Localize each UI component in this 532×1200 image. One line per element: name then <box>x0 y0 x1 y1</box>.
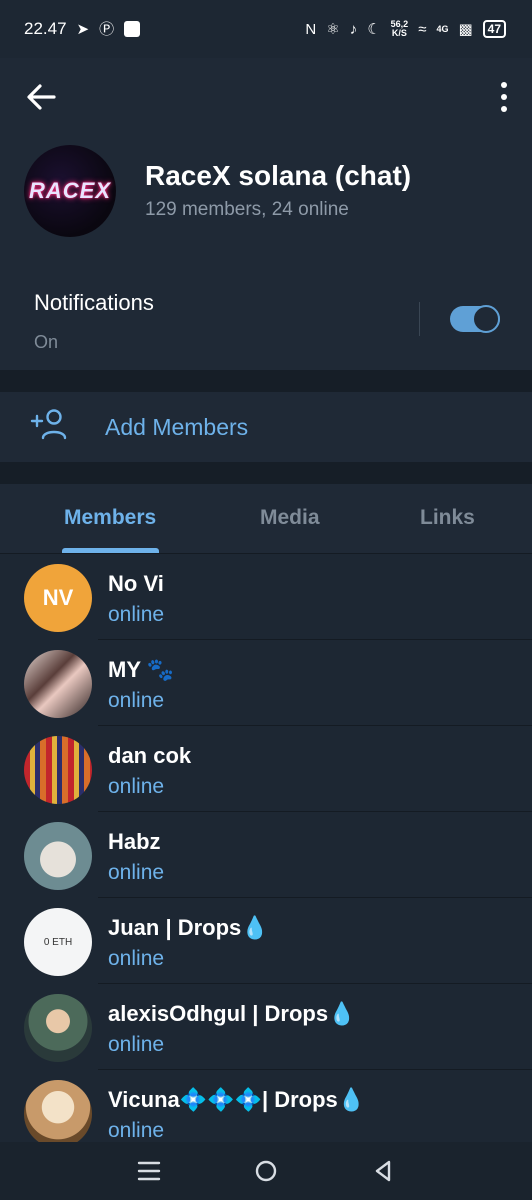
notifications-state: On <box>34 332 59 352</box>
profile-header: RACEX RaceX solana (chat) 129 members, 2… <box>0 58 532 268</box>
section-gap <box>0 462 532 484</box>
back-icon[interactable] <box>369 1157 397 1185</box>
member-status: online <box>108 775 165 798</box>
add-members-row[interactable]: Add Members <box>0 392 532 462</box>
bluetooth-icon: ⚛ <box>326 20 340 38</box>
signal-icon: ▩ <box>458 20 473 38</box>
droplet-icon: 💧 <box>328 1001 356 1026</box>
section-gap <box>0 370 532 392</box>
member-status: online <box>108 861 165 884</box>
member-status: online <box>108 947 165 970</box>
more-options-icon[interactable] <box>498 82 510 112</box>
add-user-icon <box>30 409 67 440</box>
list-item[interactable]: dan cok online <box>0 726 532 812</box>
member-name: MY 🐾 <box>108 657 175 682</box>
list-item[interactable]: NV No Vi online <box>0 554 532 640</box>
notifications-row[interactable]: Notifications On <box>0 268 532 370</box>
notifications-toggle[interactable] <box>450 305 500 333</box>
network-type: 4G <box>436 23 449 34</box>
system-nav-bar <box>0 1142 532 1200</box>
tab-media[interactable]: Media <box>260 506 320 530</box>
back-arrow-icon[interactable] <box>24 80 58 114</box>
clock: 22.47 <box>24 19 67 38</box>
paw-icon: 🐾 <box>146 657 175 682</box>
divider <box>419 302 420 336</box>
nfc-icon: N <box>305 20 317 38</box>
network-speed: 56,2 K/S <box>390 19 409 38</box>
member-status: online <box>108 689 165 712</box>
list-item[interactable]: MY 🐾 online <box>0 640 532 726</box>
mute-icon: ♪ <box>349 20 358 38</box>
battery-icon: 47 <box>482 20 506 38</box>
member-status: online <box>108 1119 165 1142</box>
droplet-icon: 💧 <box>241 915 269 940</box>
list-item[interactable]: alexisOdhgul | Drops💧 online <box>0 984 532 1070</box>
list-item[interactable]: Vicuna💠💠💠| Drops💧 online <box>0 1070 532 1142</box>
diamond-icon: 💠💠💠 <box>179 1087 262 1112</box>
member-status: online <box>108 603 165 626</box>
member-name: alexisOdhgul | Drops💧 <box>108 1001 356 1026</box>
tab-bar: Members Media Links <box>0 484 532 554</box>
avatar <box>24 1080 92 1142</box>
moon-icon: ☾ <box>367 20 381 38</box>
member-name: Vicuna💠💠💠| Drops💧 <box>108 1087 366 1112</box>
member-status: online <box>108 1033 165 1056</box>
home-icon[interactable] <box>252 1157 280 1185</box>
member-name: Habz <box>108 829 161 854</box>
add-members-label: Add Members <box>105 414 249 440</box>
list-item[interactable]: Habz online <box>0 812 532 898</box>
avatar <box>24 736 92 804</box>
members-list[interactable]: NV No Vi online MY 🐾 online dan cok onli… <box>0 554 532 1142</box>
avatar <box>24 650 92 718</box>
avatar: 0 ETH <box>24 908 92 976</box>
tab-links[interactable]: Links <box>420 506 475 530</box>
avatar <box>24 822 92 890</box>
wifi-icon: ≈ <box>418 20 427 38</box>
droplet-icon: 💧 <box>337 1087 366 1112</box>
member-name: dan cok <box>108 743 192 768</box>
notifications-label: Notifications <box>34 290 154 315</box>
status-bar: 22.47 ➤ Ⓟ N ⚛ ♪ ☾ 56,2 K/S ≈ 4G ▩ 47 <box>0 0 532 58</box>
member-count: 129 members, 24 online <box>145 199 349 220</box>
member-name: Juan | Drops💧 <box>108 915 269 940</box>
list-item[interactable]: 0 ETH Juan | Drops💧 online <box>0 898 532 984</box>
member-name: No Vi <box>108 571 164 596</box>
avatar: NV <box>24 564 92 632</box>
recent-apps-icon[interactable] <box>135 1157 163 1185</box>
facebook-icon: Ⓟ <box>99 20 115 38</box>
telegram-icon: ➤ <box>76 20 90 38</box>
avatar <box>24 994 92 1062</box>
group-avatar[interactable]: RACEX <box>24 145 116 237</box>
group-title: RaceX solana (chat) <box>145 160 412 191</box>
tab-members[interactable]: Members <box>64 506 156 530</box>
app-notification-icon <box>124 21 141 37</box>
